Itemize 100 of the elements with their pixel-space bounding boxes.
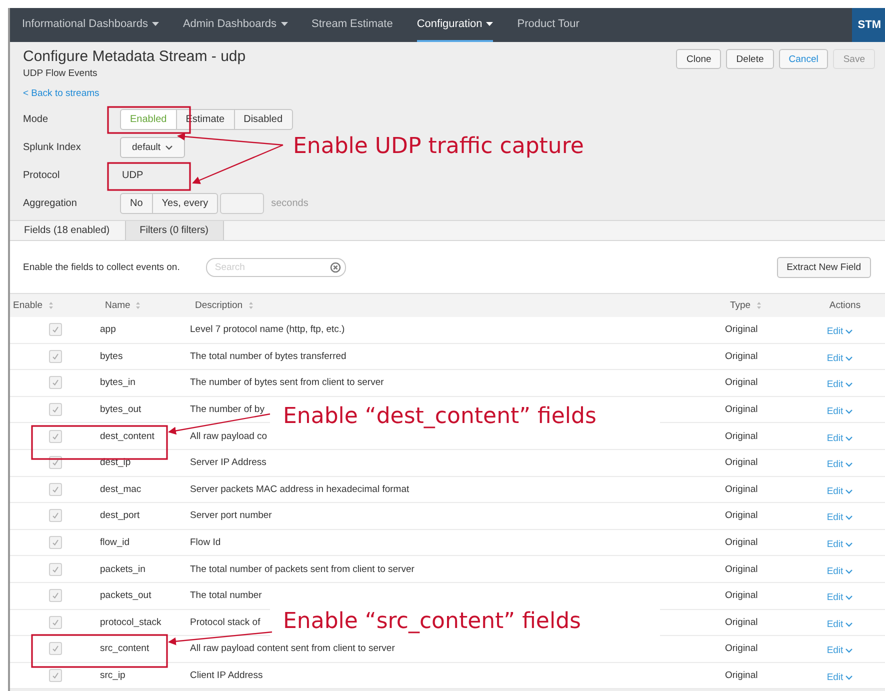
field-name: dest_port — [100, 510, 140, 522]
caret-icon — [845, 542, 854, 548]
check-icon — [50, 484, 60, 494]
extract-field-button[interactable]: Extract New Field — [776, 256, 871, 278]
caret-icon — [486, 22, 494, 26]
field-description: All raw payload content sent from client to server — [190, 643, 395, 654]
field-type: Original — [725, 564, 758, 575]
caret-icon — [845, 675, 854, 680]
checkbox[interactable] — [48, 509, 62, 522]
unit-label: seconds — [271, 198, 308, 208]
nav-menu-item[interactable]: Informational Dashboards — [22, 8, 159, 42]
caret-icon — [845, 436, 854, 441]
checkbox[interactable] — [48, 536, 62, 550]
caret-icon — [845, 329, 854, 334]
interval-input[interactable] — [220, 192, 264, 214]
sort-icon — [48, 301, 54, 310]
check-icon — [50, 378, 60, 388]
field-description: Level 7 protocol name (http, ftp, etc.) — [190, 324, 345, 336]
field-description: The total number — [190, 590, 262, 602]
field-type: Original — [725, 377, 758, 388]
field-name: bytes — [100, 350, 123, 362]
field-type: Original — [725, 350, 758, 362]
field-description: The total number of packets sent from client to server — [190, 564, 414, 575]
column-header[interactable]: Description — [195, 294, 730, 317]
app-badge[interactable]: STM — [852, 8, 885, 42]
check-icon — [50, 352, 60, 361]
column-header[interactable]: Actions — [810, 294, 880, 317]
check-icon — [50, 644, 60, 654]
checkbox[interactable] — [48, 669, 62, 682]
page-title: Configure Metadata Stream - udp — [23, 48, 247, 65]
checkbox[interactable] — [48, 403, 62, 416]
check-icon — [50, 432, 60, 441]
caret-icon — [280, 22, 288, 26]
checkbox[interactable] — [48, 589, 62, 602]
column-header[interactable]: Type — [730, 294, 810, 317]
field-label: Protocol — [23, 170, 61, 180]
segment-option[interactable]: Yes, every — [152, 192, 218, 214]
field-description: The number of by — [190, 404, 264, 416]
field-description: Protocol stack of — [190, 616, 260, 628]
back-link[interactable]: < Back to streams — [23, 88, 100, 99]
checkbox[interactable] — [48, 323, 62, 336]
field-name: packets_in — [100, 564, 146, 575]
column-header[interactable]: Enable — [10, 294, 105, 317]
field-type: Original — [725, 670, 758, 682]
check-icon — [50, 405, 60, 414]
field-name: protocol_stack — [100, 616, 162, 628]
field-name: dest_mac — [100, 484, 142, 495]
tab[interactable]: Filters (0 filters) — [124, 221, 224, 240]
nav-menu-item[interactable]: Admin Dashboards — [182, 8, 288, 42]
check-icon — [50, 618, 60, 627]
field-name: flow_id — [100, 537, 130, 548]
field-name: app — [100, 324, 116, 336]
field-type: Original — [725, 537, 758, 548]
checkbox[interactable] — [48, 562, 62, 576]
checkbox[interactable] — [48, 482, 62, 496]
caret-icon — [845, 648, 854, 654]
field-name: bytes_in — [100, 377, 136, 388]
segment-option[interactable]: No — [120, 192, 153, 214]
field-type: Original — [725, 324, 758, 336]
check-icon — [50, 671, 60, 680]
field-type: Original — [725, 484, 758, 495]
field-type: Original — [725, 616, 758, 628]
field-description: The number of bytes sent from client to server — [190, 377, 384, 388]
column-header[interactable]: Name — [105, 294, 195, 317]
checkbox[interactable] — [48, 430, 62, 443]
checkbox[interactable] — [48, 376, 62, 390]
nav-menu-item[interactable]: Configuration — [416, 8, 494, 42]
sort-icon — [135, 301, 142, 310]
clear-icon[interactable] — [330, 262, 341, 272]
check-icon — [50, 564, 60, 574]
field-description: Client IP Address — [190, 670, 263, 682]
check-icon — [50, 325, 60, 334]
field-name: bytes_out — [100, 404, 142, 416]
caret-icon — [845, 568, 854, 574]
nav-menu-item[interactable]: Stream Estimate — [312, 8, 393, 42]
checkbox[interactable] — [48, 350, 62, 363]
field-type: Original — [725, 510, 758, 522]
field-type: Original — [725, 430, 758, 442]
field-description: Server port number — [190, 510, 272, 522]
field-name: packets_out — [100, 590, 152, 602]
action-button[interactable]: Clone — [676, 49, 722, 69]
action-button[interactable]: Cancel — [778, 49, 828, 69]
checkbox[interactable] — [48, 642, 62, 656]
callout-text: Enable UDP traffic capture — [293, 133, 584, 161]
callout-text: Enable “src_content” fields — [270, 607, 660, 638]
field-label: Splunk Index — [23, 142, 82, 152]
nav-menu-item[interactable]: Product Tour — [517, 8, 580, 42]
checkbox[interactable] — [48, 616, 62, 629]
caret-icon — [845, 595, 854, 600]
field-type: Original — [725, 590, 758, 602]
field-type: Original — [725, 404, 758, 416]
field-name: src_content — [100, 643, 150, 654]
segment-option[interactable]: Disabled — [234, 108, 293, 130]
action-button[interactable]: Delete — [726, 49, 774, 69]
field-name: src_ip — [100, 670, 126, 682]
caret-icon — [845, 409, 854, 414]
field-label: Mode — [23, 114, 50, 124]
field-description: Server IP Address — [190, 457, 266, 468]
index-dropdown[interactable]: default — [120, 136, 185, 158]
field-description: Server packets MAC address in hexadecimal format — [190, 484, 410, 495]
